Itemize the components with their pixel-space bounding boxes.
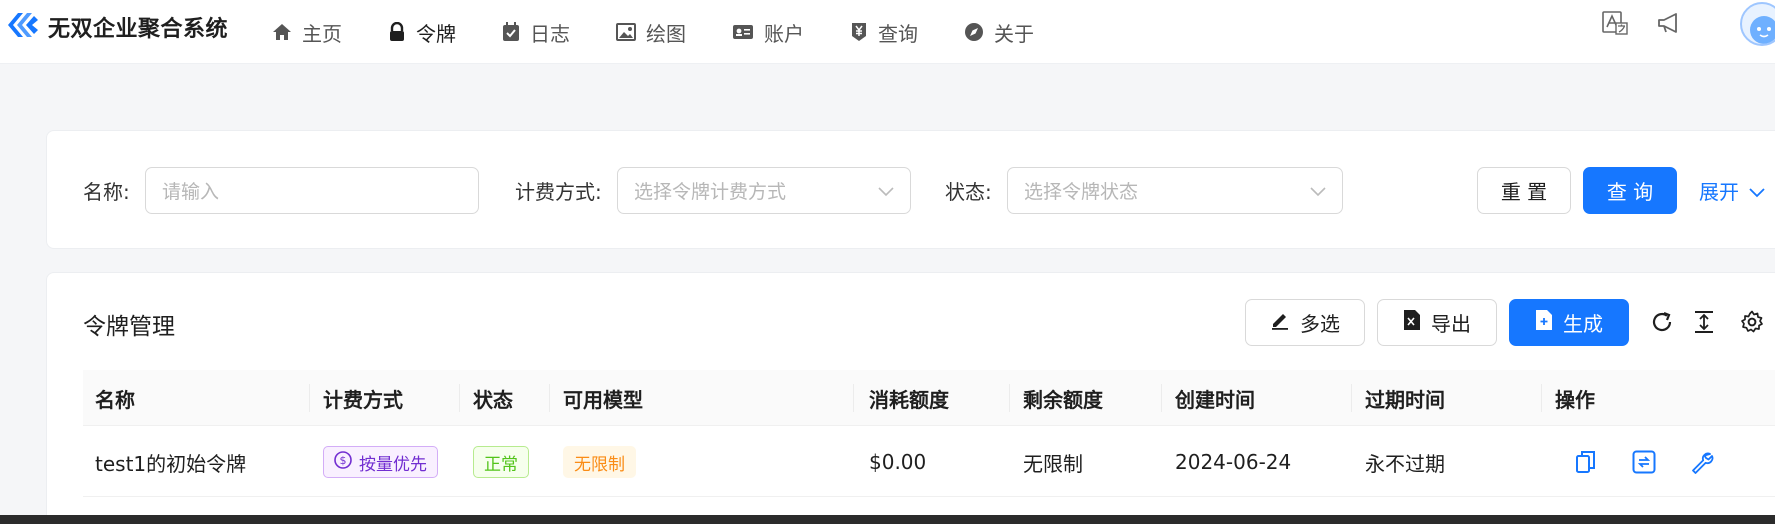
column-divider bbox=[1161, 384, 1162, 412]
column-header-created[interactable]: 创建时间 bbox=[1175, 370, 1255, 426]
column-divider bbox=[549, 384, 550, 412]
table-header: 名称 计费方式 状态 可用模型 消耗额度 剩余额度 创建时间 过期时间 操作 bbox=[83, 370, 1775, 426]
billing-filter-placeholder: 选择令牌计费方式 bbox=[634, 181, 787, 203]
main-nav: 主页 令牌 日志 绘图 账户 查询 关于 bbox=[272, 0, 1080, 64]
cell-name: test1的初始令牌 bbox=[95, 451, 247, 476]
nav-item-label: 账户 bbox=[764, 21, 804, 46]
table-row: test1的初始令牌 $ 按量优先 正常 无限制 $0.00 无限制 2024-… bbox=[83, 427, 1775, 497]
list-title: 令牌管理 bbox=[83, 314, 175, 340]
reset-button[interactable]: 重 置 bbox=[1477, 167, 1571, 214]
multi-select-button[interactable]: 多选 bbox=[1245, 299, 1365, 346]
brand[interactable]: 无双企业聚合系统 bbox=[6, 10, 228, 44]
image-icon bbox=[616, 23, 636, 41]
column-height-icon[interactable] bbox=[1689, 307, 1719, 337]
query-button[interactable]: 查 询 bbox=[1583, 167, 1677, 214]
logo-icon bbox=[6, 10, 40, 44]
excel-file-icon bbox=[1403, 309, 1421, 336]
nav-item-label: 查询 bbox=[878, 21, 918, 46]
token-list-panel: 令牌管理 多选 导出 生成 名称 计费方式 状态 可用模型 消耗额度 剩余额度 … bbox=[46, 272, 1775, 524]
models-tag: 无限制 bbox=[563, 446, 636, 478]
settings-icon[interactable] bbox=[1737, 307, 1767, 337]
yen-tag-icon bbox=[850, 22, 868, 42]
top-navigation-bar: 无双企业聚合系统 主页 令牌 日志 绘图 账户 查询 关于 bbox=[0, 0, 1775, 64]
wrench-icon[interactable] bbox=[1687, 447, 1717, 477]
copy-icon[interactable] bbox=[1571, 447, 1601, 477]
app-title: 无双企业聚合系统 bbox=[48, 17, 229, 42]
reload-icon[interactable] bbox=[1647, 307, 1677, 337]
status-filter-label: 状态: bbox=[945, 180, 992, 204]
nav-item-label: 令牌 bbox=[416, 21, 456, 46]
avatar[interactable] bbox=[1740, 2, 1775, 46]
nav-item-label: 关于 bbox=[994, 21, 1034, 46]
expand-button[interactable]: 展开 bbox=[1699, 176, 1765, 205]
column-header-used-quota[interactable]: 消耗额度 bbox=[869, 370, 949, 426]
dollar-circle-icon: $ bbox=[334, 450, 352, 474]
edit-icon bbox=[1270, 310, 1290, 335]
column-header-expires[interactable]: 过期时间 bbox=[1365, 370, 1445, 426]
name-filter-label: 名称: bbox=[83, 180, 130, 204]
status-tag: 正常 bbox=[473, 446, 529, 478]
cell-remaining-quota: 无限制 bbox=[1023, 451, 1083, 476]
megaphone-icon[interactable] bbox=[1656, 11, 1682, 39]
generate-label: 生成 bbox=[1563, 312, 1603, 336]
nav-item-home[interactable]: 主页 bbox=[272, 18, 342, 47]
topbar-actions bbox=[1602, 0, 1682, 50]
nav-item-tokens[interactable]: 令牌 bbox=[388, 18, 456, 47]
nav-item-label: 绘图 bbox=[646, 21, 686, 46]
compass-icon bbox=[964, 22, 984, 42]
file-add-icon bbox=[1535, 309, 1553, 336]
export-label: 导出 bbox=[1431, 312, 1471, 336]
export-button[interactable]: 导出 bbox=[1377, 299, 1497, 346]
search-panel: 名称: 请输入 计费方式: 选择令牌计费方式 状态: 选择令牌状态 重 置 查 … bbox=[46, 130, 1775, 249]
cell-status: 正常 bbox=[473, 427, 529, 497]
billing-tag: $ 按量优先 bbox=[323, 446, 438, 478]
nav-item-label: 日志 bbox=[530, 21, 570, 46]
window-bottom-edge bbox=[0, 515, 1775, 524]
column-header-name[interactable]: 名称 bbox=[95, 370, 135, 426]
name-filter-placeholder: 请输入 bbox=[162, 181, 220, 203]
multi-select-label: 多选 bbox=[1300, 312, 1340, 336]
svg-text:$: $ bbox=[340, 454, 347, 467]
calendar-check-icon bbox=[502, 22, 520, 42]
refresh-token-icon[interactable] bbox=[1629, 447, 1659, 477]
chevron-down-icon bbox=[1749, 179, 1765, 203]
status-filter-placeholder: 选择令牌状态 bbox=[1024, 181, 1139, 203]
chevron-down-icon bbox=[878, 180, 894, 202]
column-divider bbox=[459, 384, 460, 412]
column-divider bbox=[1009, 384, 1010, 412]
column-divider bbox=[1351, 384, 1352, 412]
nav-item-about[interactable]: 关于 bbox=[964, 18, 1034, 47]
status-filter-select[interactable]: 选择令牌状态 bbox=[1007, 167, 1343, 214]
nav-item-label: 主页 bbox=[302, 21, 342, 46]
cell-used-quota: $0.00 bbox=[869, 450, 927, 474]
column-header-remaining-quota[interactable]: 剩余额度 bbox=[1023, 370, 1103, 426]
cell-billing: $ 按量优先 bbox=[323, 427, 438, 497]
nav-item-drawing[interactable]: 绘图 bbox=[616, 18, 686, 47]
cell-created: 2024-06-24 bbox=[1175, 450, 1292, 474]
nav-item-account[interactable]: 账户 bbox=[732, 18, 804, 47]
column-header-status[interactable]: 状态 bbox=[473, 370, 513, 426]
column-header-actions: 操作 bbox=[1555, 387, 1595, 412]
nav-item-query[interactable]: 查询 bbox=[850, 18, 918, 47]
column-header-billing[interactable]: 计费方式 bbox=[323, 370, 403, 426]
expand-label: 展开 bbox=[1699, 180, 1739, 204]
nav-item-logs[interactable]: 日志 bbox=[502, 18, 570, 47]
name-filter-input[interactable]: 请输入 bbox=[145, 167, 479, 214]
lock-icon bbox=[388, 22, 406, 42]
home-icon bbox=[272, 22, 292, 42]
billing-filter-label: 计费方式: bbox=[515, 180, 602, 204]
cell-models: 无限制 bbox=[563, 427, 636, 497]
column-header-models[interactable]: 可用模型 bbox=[563, 370, 643, 426]
billing-tag-label: 按量优先 bbox=[359, 454, 427, 475]
column-divider bbox=[309, 384, 310, 412]
cell-expires: 永不过期 bbox=[1365, 451, 1445, 476]
generate-button[interactable]: 生成 bbox=[1509, 299, 1629, 346]
column-divider bbox=[853, 384, 854, 412]
chevron-down-icon bbox=[1310, 180, 1326, 202]
translate-icon[interactable] bbox=[1602, 11, 1628, 39]
billing-filter-select[interactable]: 选择令牌计费方式 bbox=[617, 167, 911, 214]
id-card-icon bbox=[732, 23, 754, 41]
column-divider bbox=[1541, 384, 1542, 412]
